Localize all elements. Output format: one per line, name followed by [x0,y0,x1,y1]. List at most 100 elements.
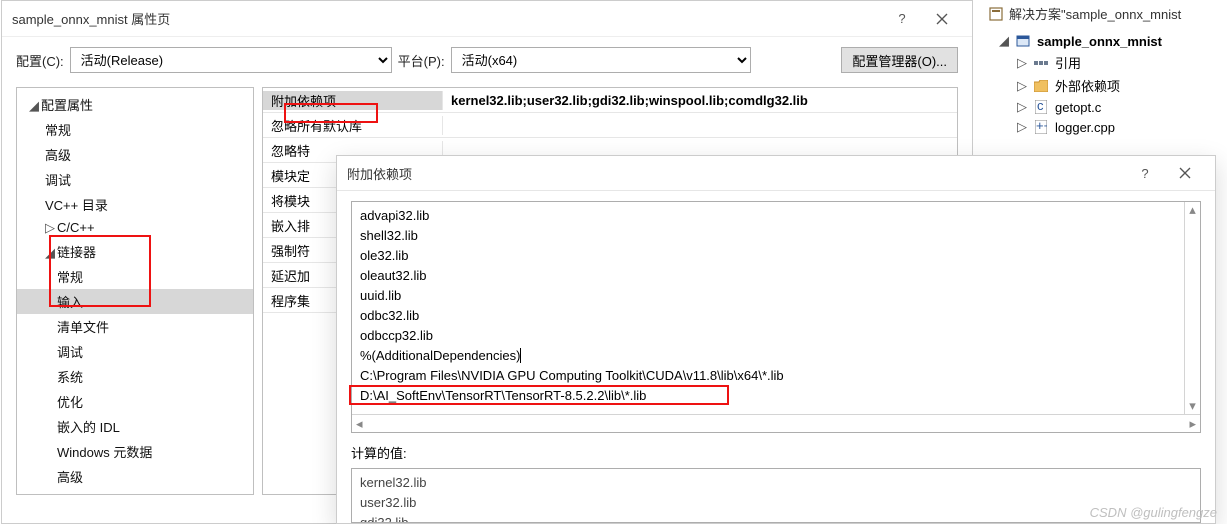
property-tree[interactable]: ◢配置属性常规高级调试VC++ 目录▷C/C++◢链接器常规输入清单文件调试系统… [16,87,254,495]
tree-node[interactable]: 高级 [17,464,253,489]
editor-line[interactable]: shell32.lib [360,226,1192,246]
close-button[interactable] [1165,157,1205,189]
editor-line[interactable]: odbc32.lib [360,306,1192,326]
tree-node[interactable]: 清单文件 [17,314,253,339]
config-row: 配置(C): 活动(Release) 平台(P): 活动(x64) 配置管理器(… [2,37,972,87]
caret-icon[interactable]: ◢ [45,245,55,261]
close-button[interactable] [922,3,962,35]
caret-icon[interactable]: ▷ [1017,55,1027,71]
tree-node[interactable]: 嵌入的 IDL [17,414,253,439]
property-name: 附加依赖项 [263,91,443,110]
editor-line[interactable]: D:\AI_SoftEnv\TensorRT\TensorRT-8.5.2.2\… [360,386,1192,406]
tree-node-label: 高级 [57,470,83,485]
references-label: 引用 [1055,53,1081,72]
tree-node[interactable]: 常规 [17,117,253,142]
vertical-scrollbar[interactable]: ▴ ▾ [1184,202,1200,414]
solution-header: 解决方案"sample_onnx_mnist [981,0,1227,27]
tree-node[interactable]: 所有选项 [17,489,253,495]
tree-node[interactable]: Windows 元数据 [17,439,253,464]
deps-editor[interactable]: advapi32.libshell32.libole32.liboleaut32… [351,201,1201,433]
tree-node[interactable]: ◢配置属性 [17,92,253,117]
cppfile-icon: ++ [1033,119,1049,135]
project-icon [1015,33,1031,49]
caret-icon[interactable]: ▷ [1017,119,1027,135]
editor-line[interactable]: uuid.lib [360,286,1192,306]
tree-node[interactable]: 优化 [17,389,253,414]
config-select[interactable]: 活动(Release) [70,47,392,73]
caret-icon[interactable]: ◢ [29,98,39,114]
tree-node-label: 常规 [45,123,71,138]
scroll-up-icon[interactable]: ▴ [1189,202,1196,218]
tree-node-label: 嵌入的 IDL [57,420,120,435]
additional-deps-dialog: 附加依赖项 ? advapi32.libshell32.libole32.lib… [336,155,1216,524]
tree-node-label: VC++ 目录 [45,198,108,213]
cfile-icon: c [1033,99,1049,115]
dialog-title: sample_onnx_mnist 属性页 [12,9,882,28]
tree-node[interactable]: 高级 [17,142,253,167]
caret-icon[interactable]: ▷ [1017,99,1027,115]
property-name: 忽略所有默认库 [263,116,443,135]
editor-line[interactable]: ole32.lib [360,246,1192,266]
tree-node[interactable]: ▷C/C++ [17,217,253,239]
tree-node-label: 常规 [57,270,83,285]
tree-node-label: C/C++ [57,220,95,235]
tree-node-label: 配置属性 [41,98,93,113]
scroll-down-icon[interactable]: ▾ [1189,398,1196,414]
calc-value-line: kernel32.lib [360,473,1192,493]
file-node[interactable]: ▷ ++ logger.cpp [981,117,1227,137]
editor-line[interactable]: C:\Program Files\NVIDIA GPU Computing To… [360,366,1192,386]
file-label: logger.cpp [1055,120,1115,135]
platform-label: 平台(P): [398,51,445,70]
tree-node[interactable]: 常规 [17,264,253,289]
project-node[interactable]: ◢ sample_onnx_mnist [981,31,1227,51]
property-row[interactable]: 忽略所有默认库 [263,113,957,138]
references-node[interactable]: ▷ 引用 [981,51,1227,74]
scroll-right-icon[interactable]: ▸ [1189,416,1196,432]
tree-node[interactable]: 系统 [17,364,253,389]
solution-items: ◢ sample_onnx_mnist ▷ 引用 ▷ 外部依赖项 ▷ c [981,27,1227,141]
help-button[interactable]: ? [882,3,922,35]
calculated-values: kernel32.libuser32.libgdi32.lib [351,468,1201,523]
file-node[interactable]: ▷ c getopt.c [981,97,1227,117]
horizontal-scrollbar[interactable]: ◂ ▸ [352,414,1200,432]
property-value[interactable]: kernel32.lib;user32.lib;gdi32.lib;winspo… [443,93,957,108]
tree-node[interactable]: 调试 [17,167,253,192]
popup-title: 附加依赖项 [347,164,1125,183]
tree-node[interactable]: 输入 [17,289,253,314]
editor-line[interactable]: %(AdditionalDependencies) [360,346,1192,366]
caret-icon[interactable]: ▷ [1017,78,1027,94]
tree-node-label: 清单文件 [57,320,109,335]
tree-node-label: 系统 [57,370,83,385]
external-deps-label: 外部依赖项 [1055,76,1120,95]
popup-titlebar: 附加依赖项 ? [337,156,1215,191]
caret-icon[interactable]: ◢ [999,33,1009,49]
property-row[interactable]: 附加依赖项kernel32.lib;user32.lib;gdi32.lib;w… [263,88,957,113]
tree-node[interactable]: ◢链接器 [17,239,253,264]
caret-icon[interactable]: ▷ [45,220,55,236]
file-label: getopt.c [1055,100,1101,115]
editor-line[interactable]: oleaut32.lib [360,266,1192,286]
svg-text:++: ++ [1036,120,1047,133]
tree-node[interactable]: 调试 [17,339,253,364]
tree-node-label: 链接器 [57,245,96,260]
editor-line[interactable]: advapi32.lib [360,206,1192,226]
external-deps-node[interactable]: ▷ 外部依赖项 [981,74,1227,97]
tree-node-label: 调试 [45,173,71,188]
platform-select[interactable]: 活动(x64) [451,47,751,73]
svg-text:c: c [1037,100,1044,113]
tree-node-label: 输入 [57,295,83,310]
project-label: sample_onnx_mnist [1037,34,1162,49]
tree-node-label: 高级 [45,148,71,163]
scroll-left-icon[interactable]: ◂ [356,416,363,432]
tree-node-label: 优化 [57,395,83,410]
help-button[interactable]: ? [1125,157,1165,189]
calc-value-line: user32.lib [360,493,1192,513]
editor-line[interactable]: odbccp32.lib [360,326,1192,346]
tree-node-label: 调试 [57,345,83,360]
config-manager-button[interactable]: 配置管理器(O)... [841,47,958,73]
tree-node[interactable]: VC++ 目录 [17,192,253,217]
ref-icon [1033,55,1049,71]
config-label: 配置(C): [16,51,64,70]
solution-icon [989,7,1003,21]
calc-value-line: gdi32.lib [360,513,1192,523]
